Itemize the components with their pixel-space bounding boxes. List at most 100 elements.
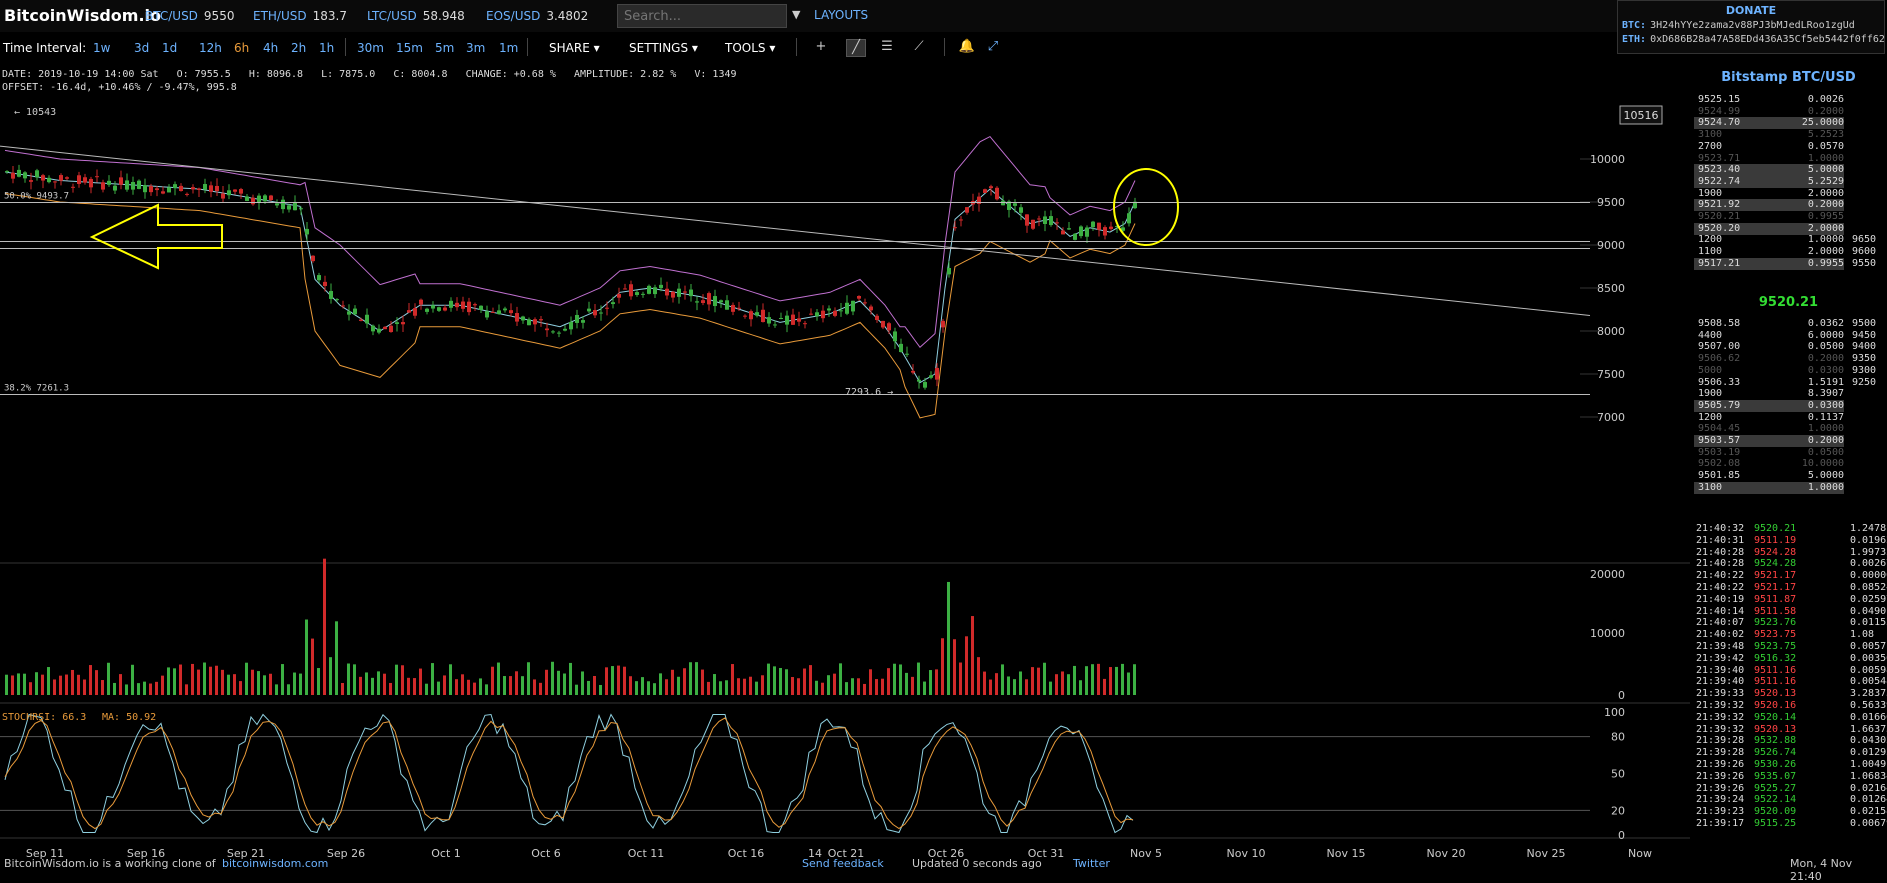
volume-bar	[947, 581, 950, 695]
orderbook-row[interactable]: 9503.57 0.2000	[1694, 435, 1884, 447]
tools-menu[interactable]: TOOLS ▾	[725, 41, 775, 55]
volume-bar	[383, 673, 386, 695]
volume-bar	[791, 677, 794, 695]
orderbook-amount: 0.0500	[1807, 341, 1844, 353]
orderbook-row[interactable]: 1200 0.1137	[1694, 412, 1884, 424]
trade-row: 21:39:48 9523.75 0.00571	[1696, 641, 1887, 653]
volume-bar	[23, 673, 26, 695]
orderbook-price: 9501.85	[1698, 470, 1741, 482]
interval-5m[interactable]: 5m	[435, 41, 454, 55]
price-chart[interactable]: 50.0% 9493.738.2% 7261.3← 105437293.6 →1…	[0, 60, 1690, 860]
orderbook-row[interactable]: 9523.71 1.0000	[1694, 153, 1884, 165]
orderbook-row[interactable]: 9503.19 0.0500	[1694, 447, 1884, 459]
trade-time: 21:39:33	[1696, 688, 1745, 700]
orderbook-row[interactable]: 9506.62 0.2000 9350	[1694, 353, 1884, 365]
candle-body	[929, 375, 933, 378]
price-axis-label: 7500	[1597, 368, 1625, 381]
share-menu[interactable]: SHARE ▾	[549, 41, 600, 55]
orderbook-row[interactable]: 9522.74 5.2529	[1694, 175, 1884, 188]
volume-bar	[11, 675, 14, 695]
trade-row: 21:39:32 9520.13 1.66373	[1696, 724, 1887, 736]
trade-amount: 0.56339	[1850, 700, 1887, 711]
footer-clone-link[interactable]: bitcoinwisdom.com	[222, 857, 328, 870]
interval-3d[interactable]: 3d	[134, 41, 149, 55]
volume-bar	[473, 682, 476, 695]
settings-menu[interactable]: SETTINGS ▾	[629, 41, 698, 55]
stochrsi-axis-label: 0	[1618, 829, 1625, 842]
share-label: SHARE	[549, 41, 590, 55]
interval-30m[interactable]: 30m	[357, 41, 384, 55]
volume-bar	[65, 674, 68, 695]
interval-2h[interactable]: 2h	[291, 41, 306, 55]
orderbook-row[interactable]: 3100 1.0000	[1694, 481, 1884, 494]
interval-15m[interactable]: 15m	[396, 41, 423, 55]
orderbook-row[interactable]: 9524.70 25.0000	[1694, 117, 1884, 130]
orderbook-row[interactable]: 9508.58 0.0362 9500	[1694, 318, 1884, 330]
orderbook-row[interactable]: 9525.15 0.0026	[1694, 94, 1884, 106]
trend-line	[0, 145, 1591, 317]
orderbook-row[interactable]: 2700 0.0570	[1694, 141, 1884, 153]
horizontal-lines-icon[interactable]: ☰	[878, 39, 896, 55]
orderbook-row[interactable]: 9504.45 1.0000	[1694, 423, 1884, 435]
layouts-button[interactable]: LAYOUTS	[814, 8, 868, 22]
volume-bar	[107, 662, 110, 695]
orderbook-row[interactable]: 9520.21 0.9955	[1694, 211, 1884, 223]
ticker-eth[interactable]: ETH/USD 183.7	[253, 9, 347, 23]
orderbook-row[interactable]: 9523.40 5.0000	[1694, 164, 1884, 177]
orderbook-row[interactable]: 9507.00 0.0500 9400	[1694, 341, 1884, 353]
interval-12h[interactable]: 12h	[199, 41, 222, 55]
crosshair-icon[interactable]: +	[812, 39, 830, 55]
orderbook-row[interactable]: 9517.21 0.9955 9550	[1694, 257, 1884, 270]
trade-row: 21:40:22 9521.17 0.08524	[1696, 582, 1887, 594]
volume-bar	[323, 558, 326, 695]
interval-3m[interactable]: 3m	[466, 41, 485, 55]
chevron-down-icon[interactable]: ▼	[792, 8, 800, 21]
ticker-eos[interactable]: EOS/USD 3.4802	[486, 9, 588, 23]
volume-bar	[1061, 671, 1064, 695]
orderbook-row[interactable]: 3100 5.2523	[1694, 129, 1884, 141]
send-feedback-link[interactable]: Send feedback	[802, 857, 884, 870]
ticker-ltc[interactable]: LTC/USD 58.948	[367, 9, 465, 23]
trendline-icon[interactable]: ╱	[846, 39, 866, 57]
interval-4h[interactable]: 4h	[263, 41, 278, 55]
orderbook-row[interactable]: 9521.92 0.2000	[1694, 199, 1884, 212]
orderbook-row[interactable]: 9520.20 2.0000	[1694, 222, 1884, 235]
interval-1m[interactable]: 1m	[499, 41, 518, 55]
orderbook-row[interactable]: 1100 2.0000 9600	[1694, 246, 1884, 258]
orderbook-row[interactable]: 9502.08 10.0000	[1694, 458, 1884, 470]
btc-address[interactable]: 3H24hYYe2zama2v88PJ3bMJedLRoo1zgUd	[1650, 20, 1855, 31]
orderbook-row[interactable]: 5000 0.0300 9300	[1694, 365, 1884, 377]
twitter-link[interactable]: Twitter	[1073, 857, 1110, 870]
orderbook-amount: 0.0026	[1807, 94, 1844, 105]
volume-bar	[5, 674, 8, 695]
volume-bar	[977, 657, 980, 695]
fullscreen-icon[interactable]: ⤢	[984, 39, 1002, 55]
orderbook-row[interactable]: 1200 1.0000 9650	[1694, 234, 1884, 246]
orderbook-row[interactable]: 9501.85 5.0000	[1694, 470, 1884, 482]
interval-1w[interactable]: 1w	[93, 41, 110, 55]
interval-1h[interactable]: 1h	[319, 41, 334, 55]
brand-logo[interactable]: BitcoinWisdom.io	[4, 6, 161, 25]
interval-6h[interactable]: 6h	[234, 41, 249, 55]
orderbook-row[interactable]: 4400 6.0000 9450	[1694, 330, 1884, 342]
orderbook-row[interactable]: 1900 8.3907	[1694, 388, 1884, 400]
volume-bar	[329, 657, 332, 695]
orderbook-row[interactable]: 9524.99 0.2000	[1694, 106, 1884, 118]
interval-1d[interactable]: 1d	[162, 41, 177, 55]
candle-body	[599, 312, 603, 314]
fib-tool-icon[interactable]: ⟋	[910, 39, 928, 55]
orderbook-price: 2700	[1698, 140, 1723, 152]
ticker-btc[interactable]: BTC/USD 9550	[145, 9, 234, 23]
orderbook-amount: 1.0000	[1807, 152, 1844, 164]
orderbook-price: 9524.99	[1698, 105, 1741, 117]
alert-bell-icon[interactable]: 🔔	[958, 39, 976, 55]
candle-body	[41, 175, 45, 181]
candle-body	[1109, 226, 1113, 229]
date-axis-label: Nov 20	[1427, 847, 1466, 860]
trade-amount: 0.02597	[1850, 593, 1887, 605]
orderbook-row[interactable]: 9505.79 0.0300	[1694, 399, 1884, 412]
orderbook-row[interactable]: 9506.33 1.5191 9250	[1694, 377, 1884, 389]
search-input[interactable]	[617, 4, 787, 28]
btc-address-label: BTC:	[1622, 20, 1647, 31]
orderbook-row[interactable]: 1900 2.0000	[1694, 188, 1884, 200]
